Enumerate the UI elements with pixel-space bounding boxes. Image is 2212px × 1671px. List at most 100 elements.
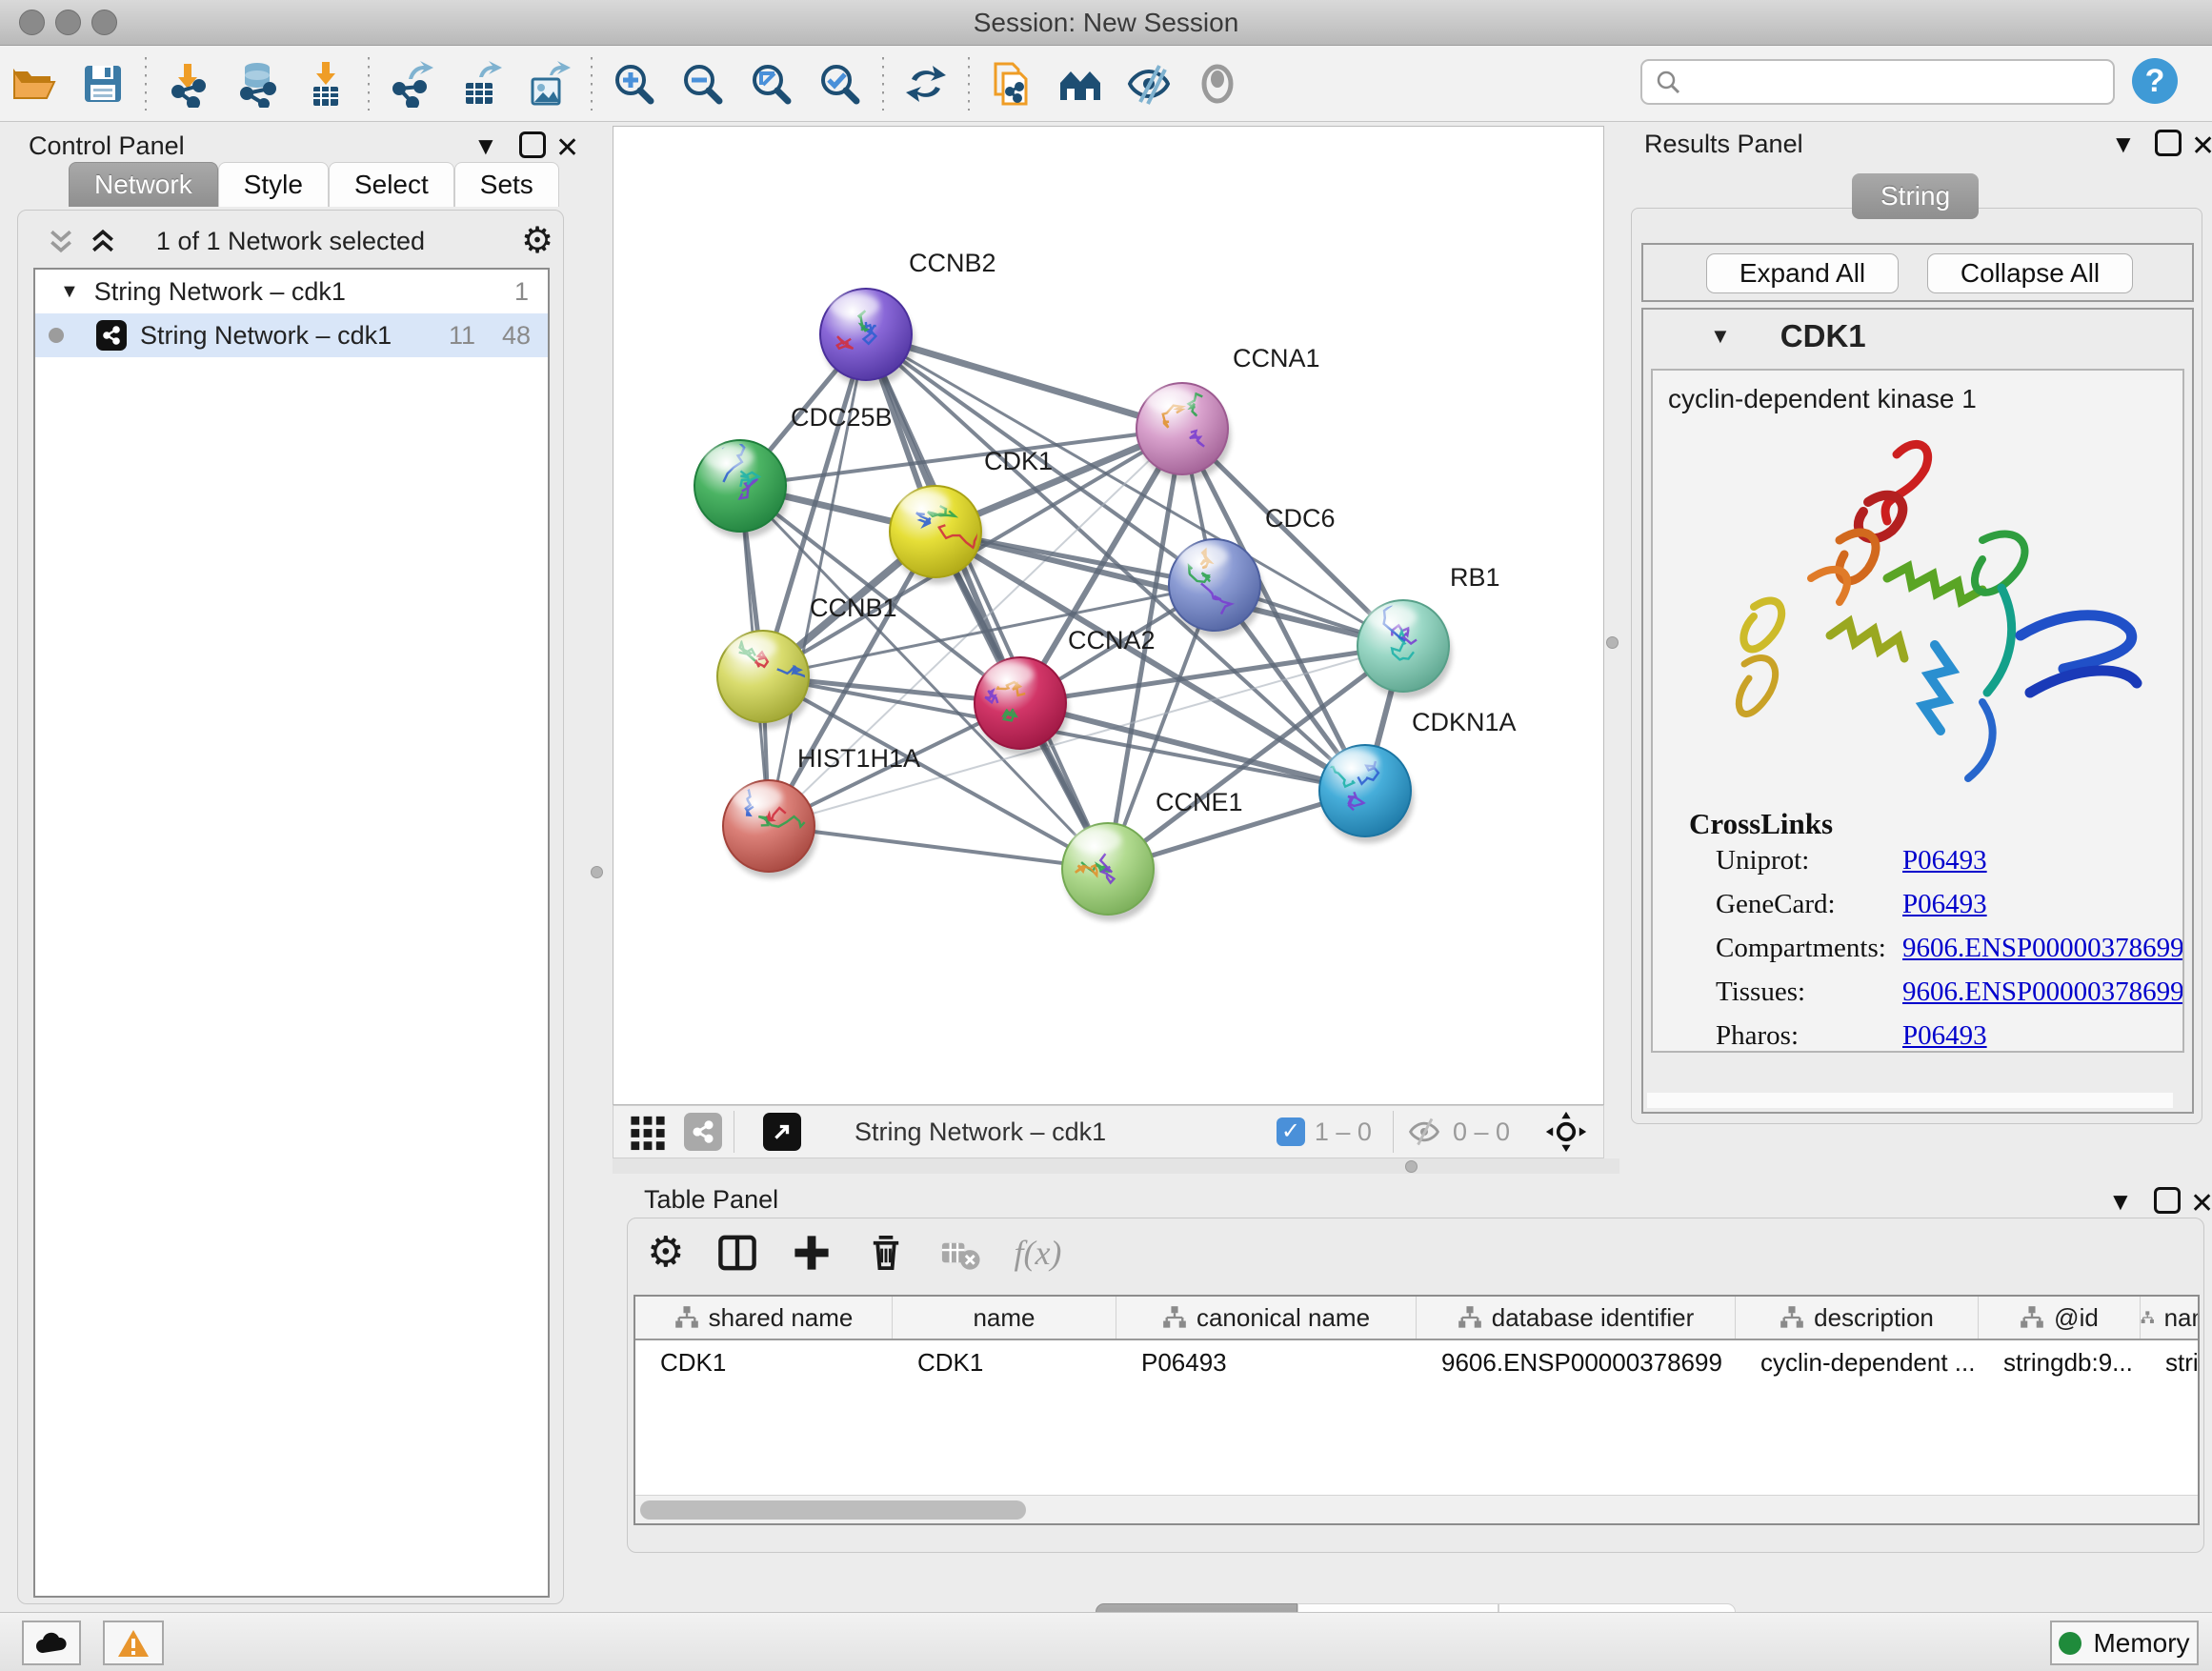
external-view-icon[interactable] — [763, 1113, 801, 1151]
grid-icon[interactable] — [627, 1111, 669, 1153]
gene-name: CDK1 — [1780, 318, 1866, 354]
import-table-button[interactable] — [292, 53, 360, 114]
help-button[interactable]: ? — [2132, 58, 2178, 104]
network-view-toolbar: String Network – cdk1 ✓ 1 – 0 0 – 0 — [613, 1105, 1604, 1158]
zoom-in-button[interactable] — [600, 53, 669, 114]
collection-count: 1 — [514, 277, 529, 307]
gear-icon[interactable]: ⚙ — [521, 223, 553, 259]
table-cell[interactable]: CDK1 — [635, 1340, 893, 1384]
hide-selected-button[interactable] — [1115, 53, 1183, 114]
float-panel-icon[interactable] — [2155, 130, 2182, 156]
selected-checkbox-icon[interactable]: ✓ — [1277, 1117, 1305, 1146]
column-header-shared-name[interactable]: shared name — [635, 1297, 893, 1339]
import-network-database-button[interactable] — [223, 53, 292, 114]
crosslink-value[interactable]: P06493 — [1902, 1020, 1987, 1052]
share-network-icon[interactable] — [684, 1113, 722, 1151]
column-header-database-identifier[interactable]: database identifier — [1417, 1297, 1736, 1339]
search-input[interactable] — [1682, 63, 2113, 101]
crosslink-value[interactable]: P06493 — [1902, 845, 1987, 876]
column-header-canonical-name[interactable]: canonical name — [1116, 1297, 1417, 1339]
float-panel-icon[interactable] — [519, 131, 546, 158]
table-cell[interactable]: cyclin-dependent ... — [1736, 1340, 1979, 1384]
close-panel-icon[interactable]: ✕ — [2191, 130, 2212, 163]
network-node-CDKN1A[interactable]: CDKN1A — [1317, 708, 1516, 843]
status-bar: Memory — [0, 1612, 2212, 1671]
columns-icon[interactable] — [716, 1232, 758, 1274]
add-column-icon[interactable] — [791, 1232, 833, 1274]
node-label-CCNE1: CCNE1 — [1156, 788, 1243, 816]
float-panel-icon[interactable] — [2154, 1187, 2181, 1214]
tab-select[interactable]: Select — [329, 162, 454, 207]
save-floppy-icon — [79, 60, 127, 108]
network-edge-count: 48 — [502, 321, 531, 351]
right-splitter-handle[interactable] — [1606, 636, 1619, 649]
collapse-all-button[interactable]: Collapse All — [1927, 253, 2133, 293]
toolbar-separator — [368, 57, 370, 111]
close-panel-icon[interactable]: ✕ — [2190, 1187, 2212, 1220]
zoom-fit-button[interactable] — [737, 53, 806, 114]
warning-status-button[interactable] — [103, 1621, 164, 1665]
selection-status: 1 of 1 Network selected — [18, 227, 563, 256]
delete-column-icon[interactable] — [865, 1232, 907, 1274]
memory-button[interactable]: Memory — [2050, 1621, 2199, 1665]
show-all-button[interactable] — [1183, 53, 1252, 114]
search-field[interactable] — [1640, 59, 2115, 105]
hidden-eye-slash-icon[interactable] — [1405, 1113, 1443, 1151]
delete-table-icon[interactable] — [939, 1232, 981, 1274]
crosslink-value[interactable]: P06493 — [1902, 889, 1987, 920]
tab-style[interactable]: Style — [218, 162, 329, 207]
table-cell[interactable]: stringdb:9... — [1979, 1340, 2141, 1384]
cloud-status-button[interactable] — [22, 1621, 81, 1665]
tab-string[interactable]: String — [1852, 173, 1979, 219]
panel-menu-icon[interactable]: ▼ — [2111, 130, 2136, 159]
export-network-button[interactable] — [377, 53, 446, 114]
table-panel-title: Table Panel — [644, 1185, 778, 1215]
table-cell[interactable]: stringdb — [2141, 1340, 2200, 1384]
first-neighbors-button[interactable] — [1046, 53, 1115, 114]
open-session-button[interactable] — [0, 53, 69, 114]
refresh-layout-button[interactable] — [892, 53, 960, 114]
left-splitter-handle[interactable] — [591, 866, 603, 878]
scrollbar-thumb[interactable] — [640, 1500, 1026, 1520]
tab-sets[interactable]: Sets — [454, 162, 559, 207]
selected-counts: 1 – 0 — [1315, 1117, 1372, 1147]
panel-menu-icon[interactable]: ▼ — [2108, 1187, 2133, 1217]
new-network-from-selection-button[interactable] — [977, 53, 1046, 114]
network-node-RB1[interactable]: RB1 — [1357, 563, 1500, 698]
function-builder-icon[interactable]: f(x) — [1014, 1233, 1061, 1273]
zoom-selected-button[interactable] — [806, 53, 875, 114]
gene-expand-icon[interactable]: ▼ — [1710, 324, 1731, 349]
zoom-out-button[interactable] — [669, 53, 737, 114]
table-row[interactable]: CDK1CDK1P064939606.ENSP00000378699cyclin… — [635, 1340, 2198, 1384]
import-network-file-button[interactable] — [154, 53, 223, 114]
table-cell[interactable]: 9606.ENSP00000378699 — [1417, 1340, 1736, 1384]
horizontal-splitter-handle[interactable] — [1405, 1160, 1418, 1173]
panel-menu-icon[interactable]: ▼ — [473, 131, 498, 161]
network-collection-row[interactable]: ▼ String Network – cdk1 1 — [35, 270, 548, 313]
column-header-namespace[interactable]: namespace — [2141, 1297, 2200, 1339]
save-session-button[interactable] — [69, 53, 137, 114]
table-cell[interactable]: P06493 — [1116, 1340, 1417, 1384]
export-table-button[interactable] — [446, 53, 514, 114]
column-header-name[interactable]: name — [893, 1297, 1116, 1339]
network-node-CCNA1[interactable]: CCNA1 — [1136, 344, 1320, 481]
close-panel-icon[interactable]: ✕ — [555, 131, 579, 165]
crosslink-value[interactable]: 9606.ENSP00000378699 — [1902, 933, 2184, 964]
network-canvas[interactable]: CCNB2CCNA1CDC25BCDK1CDC6RB1CCNB1CCNA2CDK… — [613, 126, 1604, 1105]
crosshair-icon[interactable] — [1544, 1110, 1588, 1154]
column-header--id[interactable]: @id — [1979, 1297, 2141, 1339]
expand-all-button[interactable]: Expand All — [1706, 253, 1899, 293]
crosslink-value[interactable]: 9606.ENSP00000378699 — [1902, 976, 2184, 1008]
table-cell[interactable]: CDK1 — [893, 1340, 1116, 1384]
column-header-description[interactable]: description — [1736, 1297, 1979, 1339]
tab-network[interactable]: Network — [69, 162, 218, 207]
export-image-button[interactable] — [514, 53, 583, 114]
horizontal-scrollbar[interactable] — [635, 1495, 2198, 1523]
network-row-selected[interactable]: String Network – cdk1 11 48 — [35, 313, 548, 357]
export-network-icon — [388, 60, 435, 108]
network-node-CCNB1[interactable]: CCNB1 — [717, 594, 897, 729]
collection-expand-icon[interactable]: ▼ — [60, 281, 79, 303]
crosslinks-title: CrossLinks — [1689, 807, 1833, 841]
table-settings-gear-icon[interactable]: ⚙ — [647, 1232, 684, 1274]
node-label-CCNA1: CCNA1 — [1233, 344, 1320, 372]
